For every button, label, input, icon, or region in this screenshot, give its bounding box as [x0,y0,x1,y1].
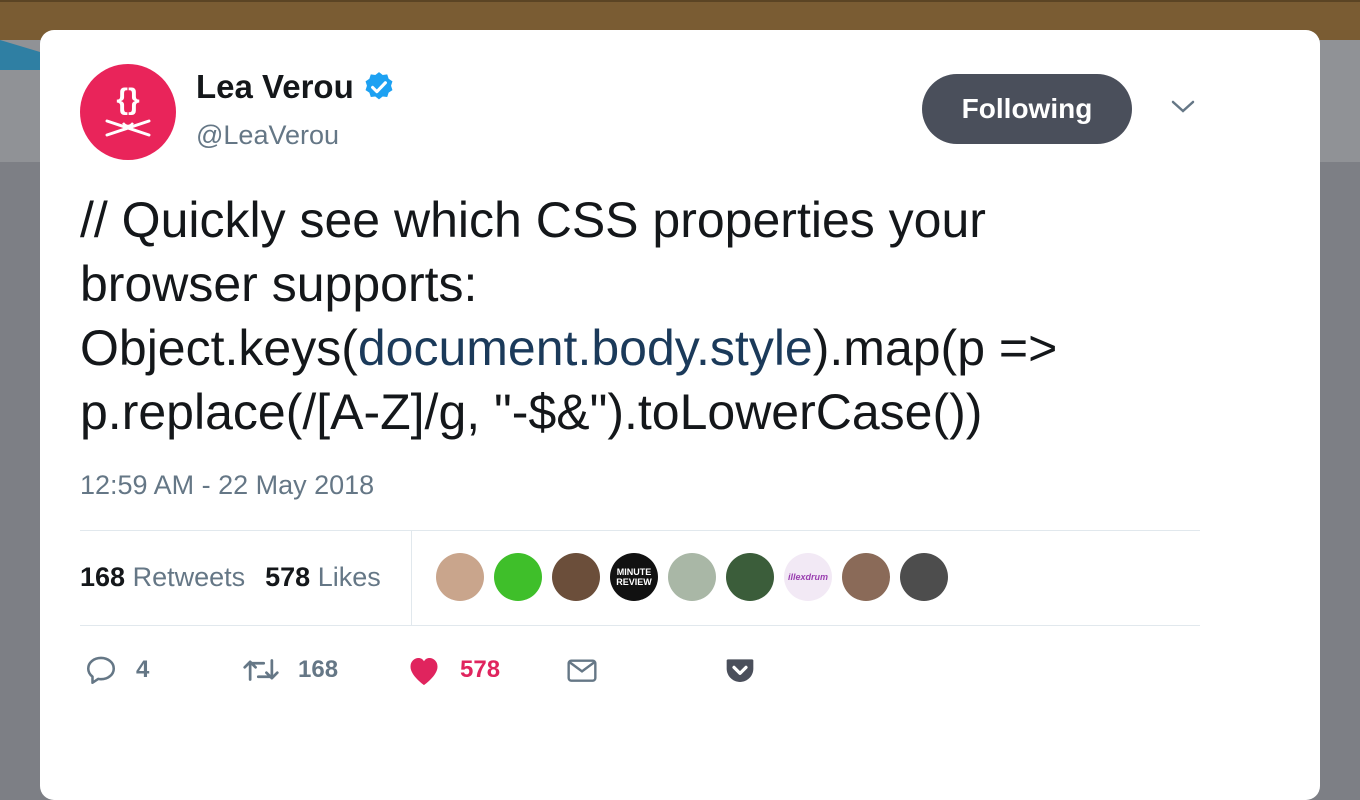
curly-braces-swords-icon: {} [105,83,151,137]
avatar[interactable]: {} [80,64,176,160]
divider-top [80,530,1200,531]
like-button[interactable]: 578 [406,650,500,690]
reply-button[interactable]: 4 [84,650,149,690]
retweet-count: 168 [298,656,339,683]
liker-5[interactable] [668,553,716,601]
like-count: 578 [460,656,501,683]
svg-text:{}: {} [116,83,140,116]
divider-vertical [411,531,412,625]
divider-bottom [80,625,1200,626]
likes-count: 578 [265,562,311,592]
liker-label: MINUTE REVIEW [616,567,652,587]
following-button[interactable]: Following [922,74,1132,144]
likes-stat[interactable]: 578 Likes [265,562,381,593]
liker-1[interactable] [436,553,484,601]
retweet-icon [243,659,279,681]
liker-7[interactable]: illexdrum [784,553,832,601]
author-handle[interactable]: @LeaVerou [196,120,339,151]
likes-label: Likes [317,562,381,592]
liker-9[interactable] [900,553,948,601]
retweets-stat[interactable]: 168 Retweets [80,562,245,593]
reply-count: 4 [136,656,150,683]
liker-avatars: MINUTE REVIEW illexdrum [436,553,948,601]
tweet-timestamp[interactable]: 12:59 AM - 22 May 2018 [80,470,374,501]
author-name-row[interactable]: Lea Verou [196,68,396,106]
pocket-button[interactable] [724,650,756,690]
tweet-text: // Quickly see which CSS properties your… [80,188,1220,444]
liker-6[interactable] [726,553,774,601]
tweet-stats: 168 Retweets 578 Likes [80,562,381,593]
heart-icon [410,658,438,685]
pocket-icon [726,659,754,682]
retweets-count: 168 [80,562,126,592]
author-name[interactable]: Lea Verou [196,68,354,106]
retweet-button[interactable]: 168 [242,650,338,690]
liker-2[interactable] [494,553,542,601]
liker-3[interactable] [552,553,600,601]
tweet-text-link[interactable]: document.body.style [358,320,813,376]
liker-4[interactable]: MINUTE REVIEW [610,553,658,601]
chevron-down-icon[interactable] [1170,98,1196,116]
liker-label: illexdrum [787,572,828,582]
liker-8[interactable] [842,553,890,601]
envelope-icon [567,659,597,682]
reply-icon [86,656,116,685]
retweets-label: Retweets [132,562,246,592]
direct-message-button[interactable] [566,650,598,690]
verified-badge-icon [365,72,393,100]
